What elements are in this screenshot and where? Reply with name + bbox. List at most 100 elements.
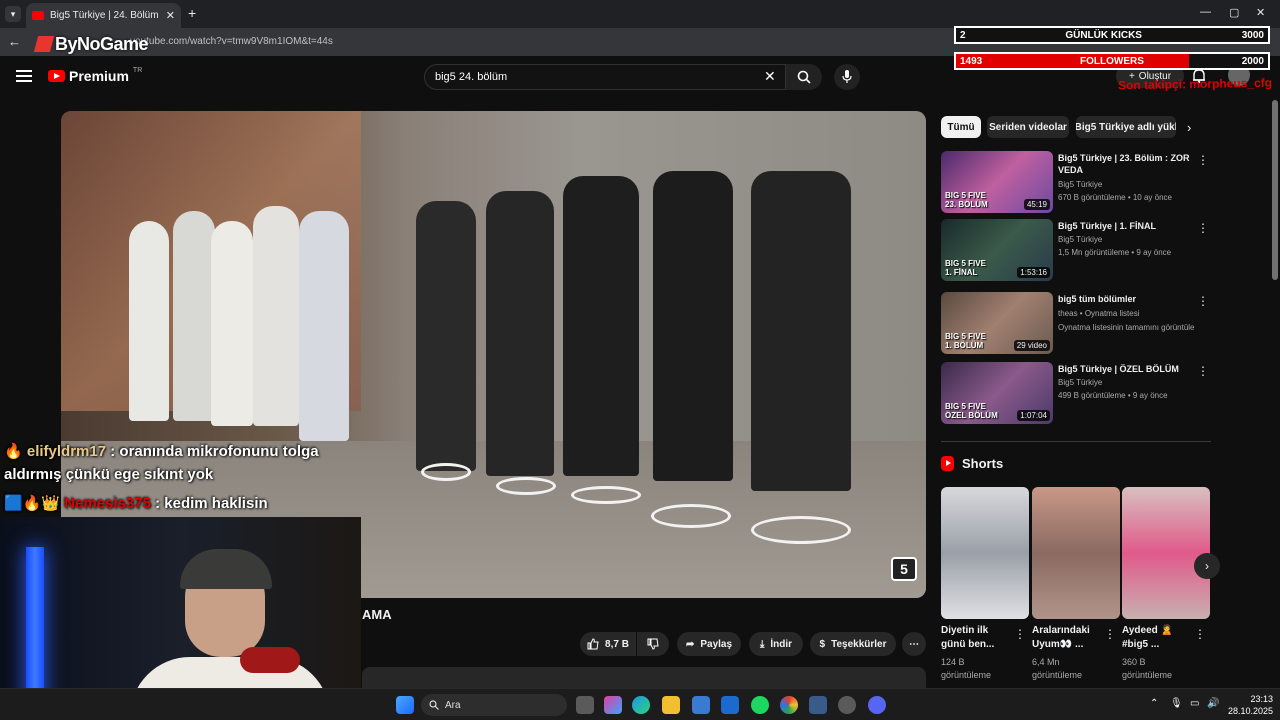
short-view-label: görüntüleme [1032, 670, 1083, 680]
menu-icon[interactable] [16, 70, 32, 82]
short-title[interactable]: Aydeed 🙎 #big5 ... [1122, 624, 1196, 652]
chip-channel[interactable]: Big5 Türkiye adlı yükl [1076, 116, 1176, 138]
minimize-button[interactable]: — [1200, 6, 1211, 18]
chat-message: 🔥 elifyldrm17 : oranında mikrofonunu tol… [4, 442, 319, 460]
more-vert-icon[interactable]: ⋮ [1197, 294, 1209, 308]
shorts-next-button[interactable]: › [1194, 553, 1220, 579]
chrome-icon[interactable] [780, 696, 798, 714]
maximize-button[interactable]: ▢ [1229, 6, 1239, 19]
spotify-icon[interactable] [751, 696, 769, 714]
recommendation-channel[interactable]: Big5 Türkiye [1058, 180, 1102, 189]
close-window-button[interactable]: ✕ [1256, 6, 1265, 19]
more-vert-icon[interactable]: ⋮ [1104, 627, 1116, 641]
recommendation-title[interactable]: Big5 Türkiye | 1. FİNAL [1058, 220, 1193, 232]
playlist-thumbnail[interactable]: BIG 5 FIVE 1. BÖLÜM 29 video [941, 292, 1053, 354]
microphone-tray-icon[interactable]: 🎙 [1170, 698, 1183, 709]
edge-icon[interactable] [632, 696, 650, 714]
video-thumbnail[interactable]: BIG 5 FIVE 1. FİNAL 1:53:16 [941, 219, 1053, 281]
obs-icon[interactable] [838, 696, 856, 714]
short-title[interactable]: Aralarındaki Uyum👀 ... [1032, 624, 1106, 652]
more-vert-icon[interactable]: ⋮ [1197, 153, 1209, 167]
recommendation-item[interactable]: BIG 5 FIVE 1. FİNAL 1:53:16 Big5 Türkiye… [941, 219, 1211, 281]
floor-marker [751, 516, 851, 544]
recommendation-channel[interactable]: Big5 Türkiye [1058, 378, 1102, 387]
youtube-logo[interactable]: Premium TR [48, 67, 142, 84]
recommendation-channel[interactable]: Big5 Türkiye [1058, 235, 1102, 244]
recommendation-title[interactable]: Big5 Türkiye | 23. Bölüm : ZOR VEDA [1058, 152, 1193, 176]
page-scrollbar[interactable] [1272, 100, 1278, 280]
followers-goal: 2000 [1241, 55, 1264, 67]
taskbar-search[interactable]: Ara [421, 694, 567, 716]
more-actions-button[interactable]: ⋯ [902, 632, 926, 656]
dislike-button[interactable] [637, 632, 669, 656]
thanks-button[interactable]: $ Teşekkürler [810, 632, 896, 656]
recommendation-item[interactable]: BIG 5 FIVE 23. BÖLÜM 45:19 Big5 Türkiye … [941, 151, 1211, 213]
copilot-icon[interactable] [604, 696, 622, 714]
file-explorer-icon[interactable] [662, 696, 680, 714]
recommendation-channel[interactable]: theas • Oynatma listesi [1058, 309, 1140, 318]
download-button[interactable]: ⤓ İndir [749, 632, 803, 656]
recommendation-title[interactable]: Big5 Türkiye | ÖZEL BÖLÜM [1058, 363, 1193, 375]
chat-message: 🟦🔥👑 Nemesis375 : kedim haklisin [4, 494, 268, 512]
taskbar-clock[interactable]: 23:13 28.10.2025 [1227, 693, 1273, 717]
back-arrow-icon[interactable]: ← [8, 34, 21, 49]
search-input[interactable] [425, 65, 745, 89]
short-thumbnail[interactable] [1032, 487, 1120, 619]
app-icon[interactable] [809, 696, 827, 714]
thanks-label: Teşekkürler [831, 638, 887, 650]
outlook-icon[interactable] [721, 696, 739, 714]
short-view-label: görüntüleme [1122, 670, 1173, 680]
duration-badge: 45:19 [1023, 199, 1050, 210]
recommendation-meta: 1,5 Mn görüntüleme • 9 ay önce [1058, 248, 1172, 257]
discord-icon[interactable] [868, 696, 886, 714]
chevron-right-icon[interactable]: › [1187, 120, 1191, 135]
video-thumbnail[interactable]: BIG 5 FIVE ÖZEL BÖLÜM 1:07:04 [941, 362, 1053, 424]
search-button[interactable] [786, 64, 822, 90]
short-title[interactable]: Diyetin ilk günü ben... [941, 624, 1015, 652]
volume-icon[interactable]: 🔊 [1207, 698, 1219, 709]
recommendation-title[interactable]: big5 tüm bölümler [1058, 293, 1193, 305]
description-box[interactable] [362, 667, 926, 689]
recommendation-item[interactable]: BIG 5 FIVE ÖZEL BÖLÜM 1:07:04 Big5 Türki… [941, 362, 1211, 424]
more-vert-icon[interactable]: ⋮ [1194, 627, 1206, 641]
section-divider [941, 441, 1211, 442]
search-icon [429, 700, 439, 710]
task-view-icon[interactable] [576, 696, 594, 714]
tab-search-icon[interactable]: ▾ [5, 6, 21, 22]
bynogame-mark-icon [33, 36, 55, 52]
short-thumbnail[interactable] [941, 487, 1029, 619]
video-thumbnail[interactable]: BIG 5 FIVE 23. BÖLÜM 45:19 [941, 151, 1053, 213]
thumbs-down-icon [647, 638, 659, 650]
new-tab-button[interactable]: + [188, 5, 196, 21]
share-button[interactable]: ➦ Paylaş [677, 632, 741, 656]
tab-close-icon[interactable]: ✕ [166, 9, 175, 22]
store-icon[interactable] [692, 696, 710, 714]
more-vert-icon[interactable]: ⋮ [1197, 221, 1209, 235]
bynogame-text: ByNoGame [55, 34, 149, 54]
more-vert-icon[interactable]: ⋮ [1197, 364, 1209, 378]
chip-series[interactable]: Seriden videolar [987, 116, 1069, 138]
big5-watermark: 5 [891, 557, 917, 581]
browser-tab[interactable]: Big5 Türkiye | 24. Bölüm : FİNAL ✕ [26, 3, 181, 28]
chat-text: : oranında mikrofonunu tolga [110, 443, 319, 460]
like-button[interactable]: 8,7 B [580, 632, 636, 656]
chevron-up-icon[interactable]: ⌃ [1150, 698, 1158, 709]
url-field[interactable]: youtube.com/watch?v=tmw9V8m1IOM&t=44s [130, 36, 333, 47]
last-follower-text: Son takipçi: morpheus_cfg [1117, 75, 1273, 93]
voice-search-button[interactable] [834, 64, 860, 90]
contestant-figure [211, 221, 253, 426]
short-thumbnail[interactable] [1122, 487, 1210, 619]
windows-start-icon[interactable] [396, 696, 414, 714]
search-box [424, 64, 786, 90]
network-icon[interactable]: ▭ [1190, 698, 1199, 709]
clear-search-icon[interactable]: ✕ [764, 68, 776, 85]
clock-date: 28.10.2025 [1227, 706, 1273, 716]
download-icon: ⤓ [759, 638, 765, 650]
more-vert-icon[interactable]: ⋮ [1014, 627, 1026, 641]
contestant-figure [173, 211, 215, 421]
chip-all[interactable]: Tümü [941, 116, 981, 138]
floor-marker [651, 504, 731, 528]
playlist-item[interactable]: BIG 5 FIVE 1. BÖLÜM 29 video big5 tüm bö… [941, 292, 1211, 354]
youtube-brand-label: Premium [69, 68, 129, 84]
view-full-playlist-link[interactable]: Oynatma listesinin tamamını görüntüle [1058, 323, 1195, 332]
